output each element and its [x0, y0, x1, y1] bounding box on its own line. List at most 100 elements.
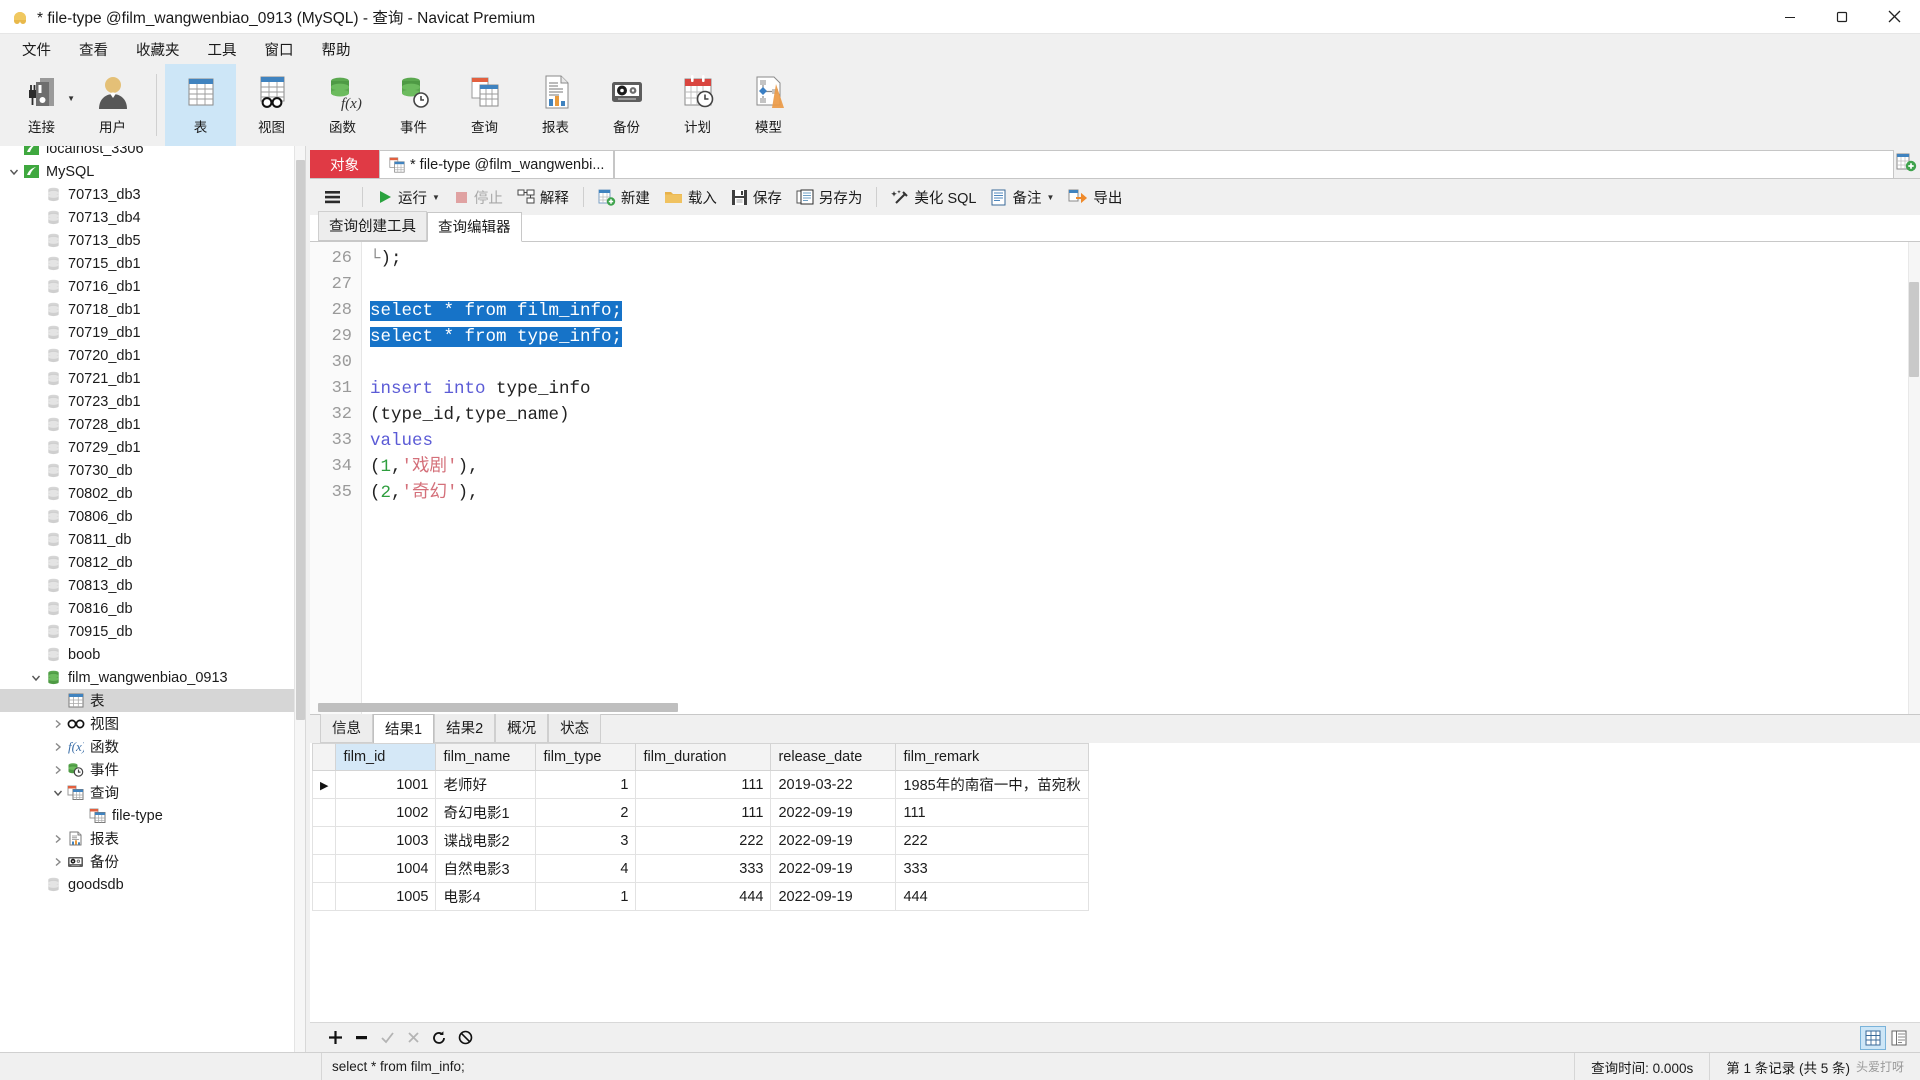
code-line[interactable]: (type_id,type_name) — [362, 402, 1920, 428]
table-cell[interactable]: 奇幻电影1 — [436, 799, 536, 827]
code-vertical-scrollbar[interactable] — [1908, 242, 1920, 714]
table-cell[interactable]: 1002 — [336, 799, 436, 827]
column-header-film_remark[interactable]: film_remark — [896, 744, 1088, 771]
chevron-right-icon[interactable] — [50, 857, 66, 867]
tree-item-goodsdb[interactable]: goodsdb — [0, 873, 305, 896]
table-cell[interactable]: 1985年的南宿一中，苗宛秋 — [896, 771, 1088, 799]
tree-item-boob[interactable]: boob — [0, 643, 305, 666]
toolbar-button-report[interactable]: 报表 — [520, 64, 591, 146]
sidebar-scroll-thumb[interactable] — [296, 160, 305, 720]
tree-item-70728_db1[interactable]: 70728_db1 — [0, 413, 305, 436]
delete-record-icon[interactable] — [348, 1025, 374, 1051]
table-cell[interactable]: 2022-09-19 — [771, 799, 896, 827]
new-tab-icon[interactable] — [1894, 149, 1918, 175]
load-button[interactable]: 载入 — [657, 184, 724, 211]
table-cell[interactable]: 4 — [536, 855, 636, 883]
table-cell[interactable]: 1 — [536, 883, 636, 911]
code-horizontal-scrollbar[interactable] — [318, 703, 678, 712]
chevron-down-icon[interactable]: ▼ — [432, 193, 440, 202]
save-button[interactable]: 保存 — [724, 184, 789, 211]
table-cell[interactable]: 老师好 — [436, 771, 536, 799]
table-cell[interactable]: 1004 — [336, 855, 436, 883]
object-tree[interactable]: localhost_3306MySQL70713_db370713_db4707… — [0, 146, 305, 896]
code-line[interactable]: (1,'戏剧'), — [362, 454, 1920, 480]
menu-help[interactable]: 帮助 — [308, 35, 365, 64]
column-header-release_date[interactable]: release_date — [771, 744, 896, 771]
table-cell[interactable]: 1 — [536, 771, 636, 799]
table-cell[interactable]: 电影4 — [436, 883, 536, 911]
table-cell[interactable]: 111 — [636, 771, 771, 799]
table-cell[interactable]: 2022-09-19 — [771, 855, 896, 883]
table-row[interactable]: ▶1001老师好11112019-03-221985年的南宿一中，苗宛秋 — [313, 771, 1089, 799]
chevron-down-icon[interactable] — [6, 167, 22, 177]
tree-item-70915_db[interactable]: 70915_db — [0, 620, 305, 643]
tree-item-70811_db[interactable]: 70811_db — [0, 528, 305, 551]
stop-button[interactable]: 停止 — [447, 184, 510, 211]
tree-item-70713_db4[interactable]: 70713_db4 — [0, 206, 305, 229]
column-header-film_id[interactable]: film_id — [336, 744, 436, 771]
save-as-button[interactable]: 另存为 — [789, 184, 870, 211]
tree-item-70812_db[interactable]: 70812_db — [0, 551, 305, 574]
chevron-down-icon[interactable] — [50, 788, 66, 798]
toolbar-button-event[interactable]: 事件 — [378, 64, 449, 146]
code-line[interactable]: └); — [362, 246, 1920, 272]
tree-item-film_wangwenbiao_0913[interactable]: film_wangwenbiao_0913 — [0, 666, 305, 689]
chevron-right-icon[interactable] — [50, 719, 66, 729]
tree-item-70716_db1[interactable]: 70716_db1 — [0, 275, 305, 298]
tree-item-70720_db1[interactable]: 70720_db1 — [0, 344, 305, 367]
column-header-film_name[interactable]: film_name — [436, 744, 536, 771]
maximize-button[interactable] — [1816, 0, 1868, 34]
tree-item-表[interactable]: 表 — [0, 689, 305, 712]
result-tab-信息[interactable]: 信息 — [320, 713, 373, 743]
tree-item-localhost_3306[interactable]: localhost_3306 — [0, 146, 305, 160]
cancel-change-icon[interactable] — [400, 1025, 426, 1051]
table-cell[interactable]: 333 — [896, 855, 1088, 883]
explain-button[interactable]: 解释 — [510, 184, 576, 211]
table-cell[interactable]: 1001 — [336, 771, 436, 799]
minimize-button[interactable] — [1764, 0, 1816, 34]
result-grid[interactable]: film_idfilm_namefilm_typefilm_durationre… — [312, 743, 1089, 911]
toolbar-button-model[interactable]: 模型 — [733, 64, 804, 146]
chevron-right-icon[interactable] — [50, 742, 66, 752]
tree-item-70719_db1[interactable]: 70719_db1 — [0, 321, 305, 344]
code-scroll-thumb[interactable] — [1909, 282, 1919, 377]
column-header-film_type[interactable]: film_type — [536, 744, 636, 771]
tree-item-70806_db[interactable]: 70806_db — [0, 505, 305, 528]
sql-code-editor[interactable]: 26272829303132333435 └); select * from f… — [310, 242, 1920, 714]
chevron-down-icon[interactable]: ▼ — [67, 94, 75, 103]
toolbar-button-view[interactable]: 视图 — [236, 64, 307, 146]
export-button[interactable]: 导出 — [1061, 184, 1129, 211]
tab-objects[interactable]: 对象 — [310, 150, 379, 178]
toolbar-button-user[interactable]: 用户 — [77, 64, 148, 146]
toolbar-button-query[interactable]: 查询 — [449, 64, 520, 146]
table-cell[interactable]: 3 — [536, 827, 636, 855]
table-cell[interactable]: 1005 — [336, 883, 436, 911]
grid-view-icon[interactable] — [1860, 1026, 1886, 1050]
toolbar-button-table[interactable]: 表 — [165, 64, 236, 146]
sidebar-scrollbar[interactable] — [294, 146, 305, 1052]
result-tab-状态[interactable]: 状态 — [548, 713, 601, 743]
tree-item-报表[interactable]: 报表 — [0, 827, 305, 850]
object-tree-sidebar[interactable]: localhost_3306MySQL70713_db370713_db4707… — [0, 146, 306, 1052]
new-query-button[interactable]: 新建 — [591, 184, 657, 211]
tree-item-视图[interactable]: 视图 — [0, 712, 305, 735]
menu-tools[interactable]: 工具 — [194, 35, 251, 64]
tree-item-70718_db1[interactable]: 70718_db1 — [0, 298, 305, 321]
result-tab-结果2[interactable]: 结果2 — [434, 713, 495, 743]
run-button[interactable]: 运行 ▼ — [370, 184, 447, 211]
tree-item-MySQL[interactable]: MySQL — [0, 160, 305, 183]
tree-item-70723_db1[interactable]: 70723_db1 — [0, 390, 305, 413]
chevron-right-icon[interactable] — [50, 834, 66, 844]
sql-text-area[interactable]: └); select * from film_info;select * fro… — [362, 242, 1920, 714]
refresh-icon[interactable] — [426, 1025, 452, 1051]
tree-item-70802_db[interactable]: 70802_db — [0, 482, 305, 505]
menu-file[interactable]: 文件 — [8, 35, 65, 64]
tree-item-备份[interactable]: 备份 — [0, 850, 305, 873]
add-record-icon[interactable] — [322, 1025, 348, 1051]
toolbar-button-connection[interactable]: 连接 ▼ — [6, 64, 77, 146]
chevron-right-icon[interactable] — [50, 765, 66, 775]
stop-loading-icon[interactable] — [452, 1025, 478, 1051]
table-cell[interactable]: 谍战电影2 — [436, 827, 536, 855]
tree-item-70729_db1[interactable]: 70729_db1 — [0, 436, 305, 459]
code-line[interactable]: select * from type_info; — [362, 324, 1920, 350]
